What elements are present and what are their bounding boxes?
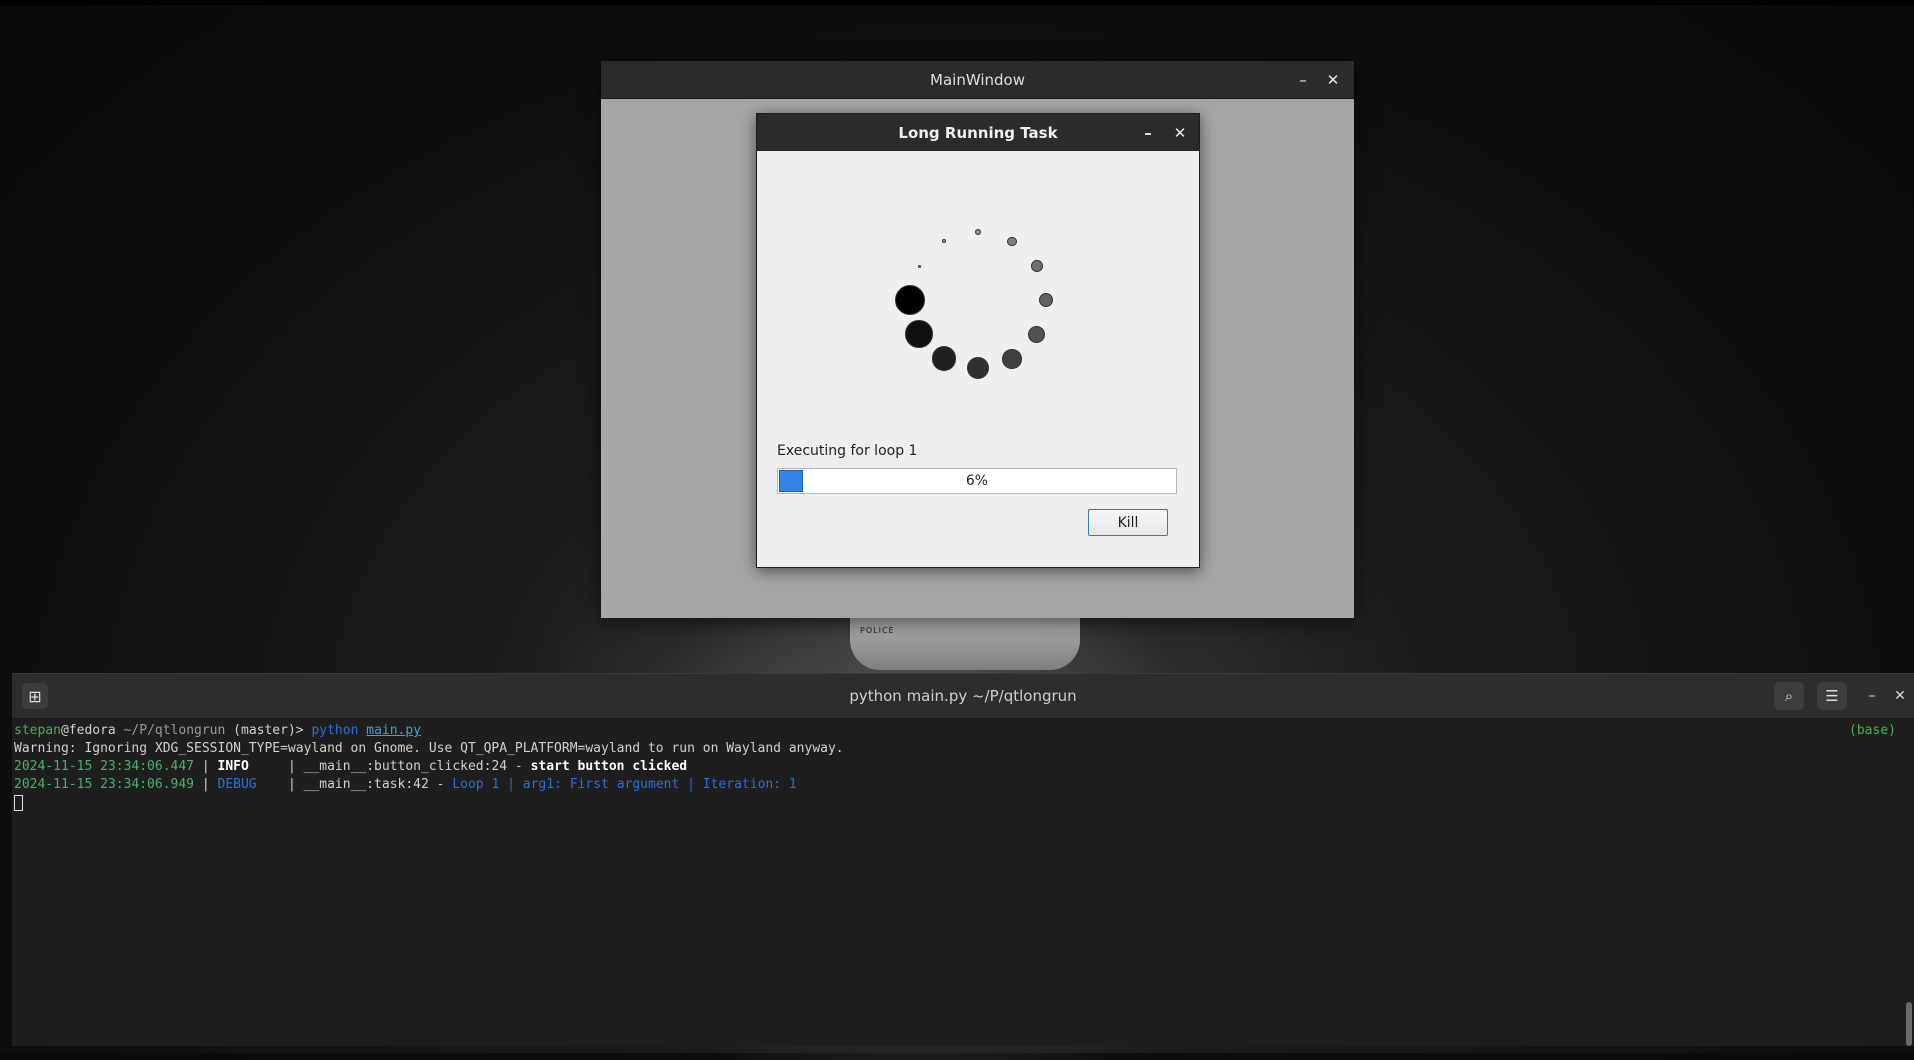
hamburger-menu-icon: ☰	[1825, 687, 1839, 705]
search-icon: ⌕	[1784, 687, 1794, 705]
new-tab-icon: ⊞	[28, 686, 42, 706]
close-icon: ✕	[1894, 688, 1906, 704]
spinner-dot	[942, 239, 946, 244]
wallpaper-police-text: POLICE	[860, 626, 895, 635]
log-level: DEBUG	[217, 777, 257, 792]
search-button[interactable]: ⌕	[1774, 682, 1804, 710]
prompt-host: @fedora	[60, 723, 116, 738]
spinner-dot	[1002, 349, 1022, 369]
main-window-minimize-button[interactable]: –	[1288, 61, 1318, 98]
cursor-line	[14, 794, 1904, 812]
log-dash: -	[428, 777, 453, 792]
progress-text: 6%	[965, 473, 989, 489]
spinner-dot	[931, 346, 957, 372]
minimize-icon: –	[1868, 688, 1876, 704]
spinner-dot	[1030, 260, 1043, 272]
progress-bar: 6%	[777, 468, 1177, 494]
terminal-title: python main.py ~/P/qtlongrun	[849, 687, 1077, 705]
minimize-icon: –	[1299, 70, 1307, 89]
spinner-dot	[974, 228, 982, 236]
dialog-minimize-button[interactable]: –	[1133, 114, 1163, 151]
prompt-line: stepan@fedora ~/P/qtlongrun (master)> py…	[14, 722, 1904, 740]
top-bar	[0, 0, 1914, 5]
long-running-task-dialog: Long Running Task – ✕ Executing for loop…	[756, 113, 1200, 568]
dialog-close-button[interactable]: ✕	[1165, 114, 1195, 151]
wallpaper-figure-shoulder	[850, 610, 1080, 670]
spinner-dot	[917, 264, 921, 268]
spinner-dot	[1028, 325, 1046, 343]
prompt-branch: (master)>	[233, 723, 304, 738]
main-window-title: MainWindow	[930, 70, 1025, 89]
status-label: Executing for loop 1	[777, 443, 918, 459]
terminal-output[interactable]: (base) stepan@fedora ~/P/qtlongrun (mast…	[12, 722, 1904, 1046]
log-level: INFO	[217, 759, 249, 774]
warning-line: Warning: Ignoring XDG_SESSION_TYPE=wayla…	[14, 741, 844, 756]
terminal-titlebar[interactable]: ⊞ python main.py ~/P/qtlongrun ⌕ ☰ – ✕	[12, 674, 1914, 719]
terminal-cursor	[14, 794, 23, 811]
spinner-dot	[905, 320, 933, 348]
spinner-dot	[966, 356, 990, 380]
new-tab-button[interactable]: ⊞	[22, 683, 48, 709]
conda-env-indicator: (base)	[1849, 723, 1896, 738]
dialog-titlebar[interactable]: Long Running Task – ✕	[757, 114, 1199, 151]
log-message: Loop 1 | arg1: First argument | Iteratio…	[452, 777, 797, 792]
spinner-dot	[895, 285, 925, 315]
minimize-icon: –	[1144, 123, 1152, 142]
close-icon: ✕	[1173, 123, 1187, 142]
log-separator: |	[256, 777, 304, 792]
spinner-icon	[757, 151, 1199, 441]
prompt-path: ~/P/qtlongrun	[123, 723, 226, 738]
log-source: __main__:button_clicked:24	[303, 759, 508, 774]
terminal-scrollbar[interactable]	[1906, 1002, 1912, 1046]
log-line-debug: 2024-11-15 23:34:06.949 | DEBUG | __main…	[14, 776, 1904, 794]
terminal-close-button[interactable]: ✕	[1886, 682, 1914, 710]
main-window-titlebar[interactable]: MainWindow – ✕	[601, 61, 1354, 99]
prompt-argument[interactable]: main.py	[366, 723, 421, 738]
close-icon: ✕	[1326, 70, 1340, 89]
log-line-info: 2024-11-15 23:34:06.447 | INFO | __main_…	[14, 758, 1904, 776]
dialog-title: Long Running Task	[898, 123, 1058, 142]
log-separator: |	[194, 777, 218, 792]
prompt-command: python	[311, 723, 359, 738]
spinner-dot	[1038, 292, 1054, 308]
kill-button[interactable]: Kill	[1088, 509, 1168, 536]
prompt-user: stepan	[14, 723, 61, 738]
log-dash: -	[507, 759, 531, 774]
log-timestamp: 2024-11-15 23:34:06.447	[14, 759, 195, 774]
spinner-dot	[1007, 236, 1017, 246]
terminal-window: ⊞ python main.py ~/P/qtlongrun ⌕ ☰ – ✕ (…	[12, 673, 1914, 1046]
log-timestamp: 2024-11-15 23:34:06.949	[14, 777, 195, 792]
log-message: start button clicked	[530, 759, 688, 774]
menu-button[interactable]: ☰	[1817, 682, 1847, 710]
log-separator: |	[248, 759, 304, 774]
terminal-minimize-button[interactable]: –	[1858, 682, 1886, 710]
main-window-close-button[interactable]: ✕	[1318, 61, 1348, 98]
log-separator: |	[194, 759, 218, 774]
log-source: __main__:task:42	[303, 777, 429, 792]
